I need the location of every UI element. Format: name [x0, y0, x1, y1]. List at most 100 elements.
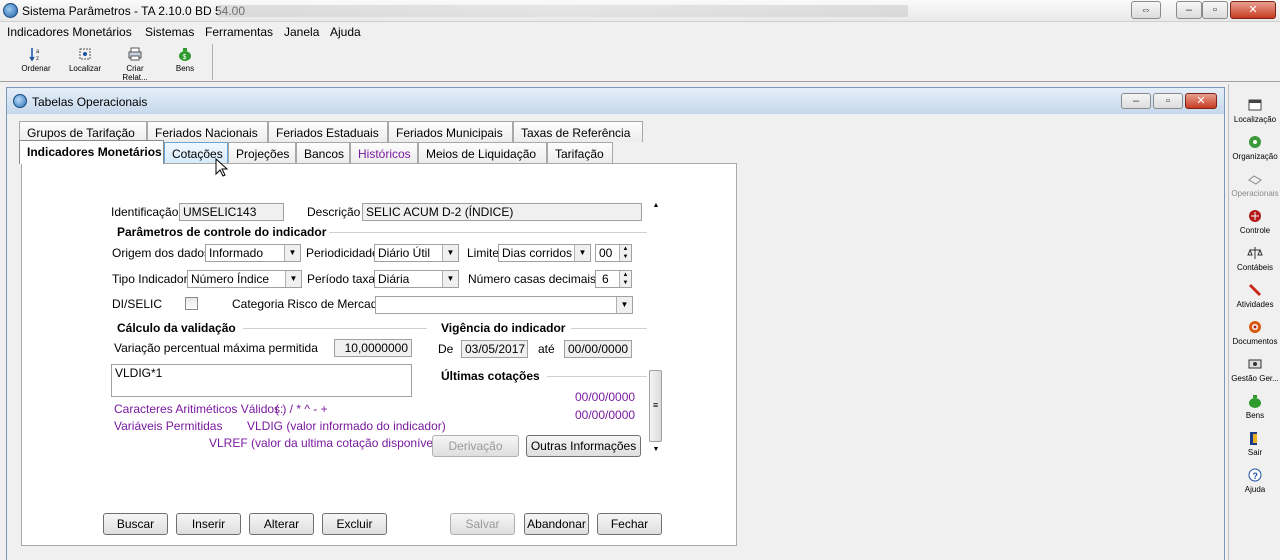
fechar-button[interactable]: Fechar — [597, 513, 662, 535]
scales-icon — [1247, 247, 1263, 259]
menu-janela[interactable]: Janela — [284, 25, 319, 39]
ultimas-title: Últimas cotações — [441, 369, 540, 383]
descricao-field[interactable]: SELIC ACUM D-2 (ÍNDICE) — [362, 203, 642, 221]
window-maximize-button[interactable]: ▫ — [1153, 93, 1183, 109]
rp-ajuda[interactable]: ? Ajuda — [1229, 468, 1280, 494]
chevron-down-icon[interactable]: ▼ — [574, 245, 590, 261]
diselic-checkbox[interactable] — [185, 297, 198, 310]
toolbar-separator — [212, 44, 213, 80]
tab-historicos[interactable]: Históricos — [350, 142, 418, 163]
tab-meios-liquidacao[interactable]: Meios de Liquidação — [418, 142, 547, 163]
spinner-icon[interactable]: ▲ ▼ — [619, 245, 631, 261]
svg-text:?: ? — [1253, 471, 1259, 481]
tab-bancos[interactable]: Bancos — [296, 142, 350, 163]
ultima-cotacao-2: 00/00/0000 — [575, 408, 636, 422]
rp-localizacao[interactable]: Localização — [1229, 98, 1280, 124]
limite-stepper[interactable]: 00 ▲ ▼ — [595, 244, 632, 262]
tab-taxas-referencia[interactable]: Taxas de Referência — [513, 121, 643, 142]
outras-informacoes-button[interactable]: Outras Informações — [526, 435, 641, 457]
periodo-select[interactable]: Diária ▼ — [374, 270, 459, 288]
tab-indicadores-monetarios[interactable]: Indicadores Monetários — [19, 140, 164, 164]
ultima-cotacao-1: 00/00/0000 — [575, 390, 636, 404]
rp-bens[interactable]: Bens — [1229, 394, 1280, 420]
excluir-button[interactable]: Excluir — [322, 513, 387, 535]
tabelas-operacionais-window: Tabelas Operacionais – ▫ ✕ Grupos de Tar… — [6, 87, 1225, 560]
tab-projecoes[interactable]: Projeções — [228, 142, 296, 163]
spinner-icon[interactable]: ▲ ▼ — [619, 271, 631, 287]
bens-button[interactable]: $ Bens — [163, 46, 207, 73]
casas-stepper[interactable]: 6 ▲ ▼ — [595, 270, 632, 288]
salvar-button[interactable]: Salvar — [450, 513, 515, 535]
right-panel: Localização Organização Operacionais Con… — [1228, 84, 1280, 560]
identificacao-field[interactable]: UMSELIC143 — [179, 203, 284, 221]
maximize-button[interactable]: ▫ — [1202, 1, 1228, 19]
scroll-down-icon[interactable]: ▼ — [651, 446, 661, 458]
chevron-down-icon[interactable]: ▼ — [616, 297, 632, 313]
tab-feriados-municipais[interactable]: Feriados Municipais — [388, 121, 513, 142]
caracteres-label: Caracteres Aritiméticos Válidos: — [114, 402, 284, 416]
rp-documentos[interactable]: Documentos — [1229, 320, 1280, 346]
rp-atividades[interactable]: Atividades — [1229, 283, 1280, 309]
calculo-group-line — [243, 328, 427, 329]
rp-sair[interactable]: Sair — [1229, 431, 1280, 457]
descricao-label: Descrição — [307, 205, 361, 219]
svg-text:$: $ — [183, 54, 187, 61]
tab-feriados-estaduais[interactable]: Feriados Estaduais — [268, 121, 388, 142]
locate-icon — [79, 48, 91, 60]
ordenar-button[interactable]: az Ordenar — [14, 46, 58, 73]
vlref-text: VLREF (valor da ultima cotação disponíve… — [209, 436, 440, 450]
tipo-select[interactable]: Número Índice ▼ — [187, 270, 302, 288]
exit-door-icon — [1250, 432, 1257, 445]
buscar-button[interactable]: Buscar — [103, 513, 168, 535]
rp-controle[interactable]: Controle — [1229, 209, 1280, 235]
params-group-line — [329, 232, 647, 233]
close-button[interactable]: ✕ — [1230, 1, 1276, 19]
inserir-button[interactable]: Inserir — [176, 513, 241, 535]
tab-feriados-nacionais[interactable]: Feriados Nacionais — [147, 121, 268, 142]
chevron-down-icon[interactable]: ▼ — [442, 271, 458, 287]
menu-sistemas[interactable]: Sistemas — [145, 25, 194, 39]
limite-select[interactable]: Dias corridos ▼ — [498, 244, 591, 262]
window-close-button[interactable]: ✕ — [1185, 93, 1217, 109]
ate-label: até — [538, 342, 555, 356]
scroll-up-icon[interactable]: ▲ — [651, 202, 661, 214]
derivacao-button[interactable]: Derivação — [432, 435, 519, 457]
ate-field[interactable]: 00/00/0000 — [564, 340, 632, 358]
alterar-button[interactable]: Alterar — [249, 513, 314, 535]
periodicidade-select[interactable]: Diário Útil ▼ — [374, 244, 459, 262]
minimize-button[interactable]: – — [1176, 1, 1202, 19]
menu-ajuda[interactable]: Ajuda — [330, 25, 361, 39]
tab-grupos-tarifacao[interactable]: Grupos de Tarifação — [19, 121, 147, 142]
scrollbar-thumb[interactable]: ≡ — [649, 370, 662, 442]
menu-indicadores[interactable]: Indicadores Monetários — [7, 25, 132, 39]
restore-icon[interactable]: ⇔ — [1131, 1, 1161, 19]
rp-contabeis[interactable]: Contábeis — [1229, 246, 1280, 272]
variacao-field[interactable]: 10,0000000 — [334, 339, 412, 357]
chevron-down-icon[interactable]: ▼ — [442, 245, 458, 261]
menu-ferramentas[interactable]: Ferramentas — [205, 25, 273, 39]
app-title: Sistema Parâmetros - TA 2.10.0 BD 54.00 — [22, 4, 245, 18]
window-icon — [13, 94, 27, 108]
vigencia-group-line — [571, 328, 647, 329]
app-titlebar: Sistema Parâmetros - TA 2.10.0 BD 54.00 … — [0, 0, 1280, 22]
formula-textarea[interactable]: VLDIG*1 — [111, 364, 412, 397]
rp-operacionais[interactable]: Operacionais — [1229, 172, 1280, 198]
casas-label: Número casas decimais — [468, 272, 597, 286]
categoria-select[interactable]: ▼ — [375, 296, 633, 314]
identificacao-label: Identificação — [111, 205, 179, 219]
abandonar-button[interactable]: Abandonar — [524, 513, 589, 535]
de-field[interactable]: 03/05/2017 — [461, 340, 528, 358]
chevron-down-icon[interactable]: ▼ — [284, 245, 300, 261]
origem-select[interactable]: Informado ▼ — [205, 244, 301, 262]
window-minimize-button[interactable]: – — [1121, 93, 1151, 109]
chevron-down-icon[interactable]: ▼ — [285, 271, 301, 287]
rp-organizacao[interactable]: Organização — [1229, 135, 1280, 161]
criar-relatorio-button[interactable]: Criar Relat... — [113, 46, 157, 82]
app-icon — [3, 3, 18, 18]
localizar-button[interactable]: Localizar — [63, 46, 107, 73]
tab-tarifacao[interactable]: Tarifação — [547, 142, 613, 163]
svg-text:a: a — [36, 49, 40, 55]
title-blurred-text — [218, 5, 908, 17]
mouse-cursor-icon — [215, 158, 229, 177]
rp-gestao[interactable]: Gestão Ger... — [1229, 357, 1280, 383]
